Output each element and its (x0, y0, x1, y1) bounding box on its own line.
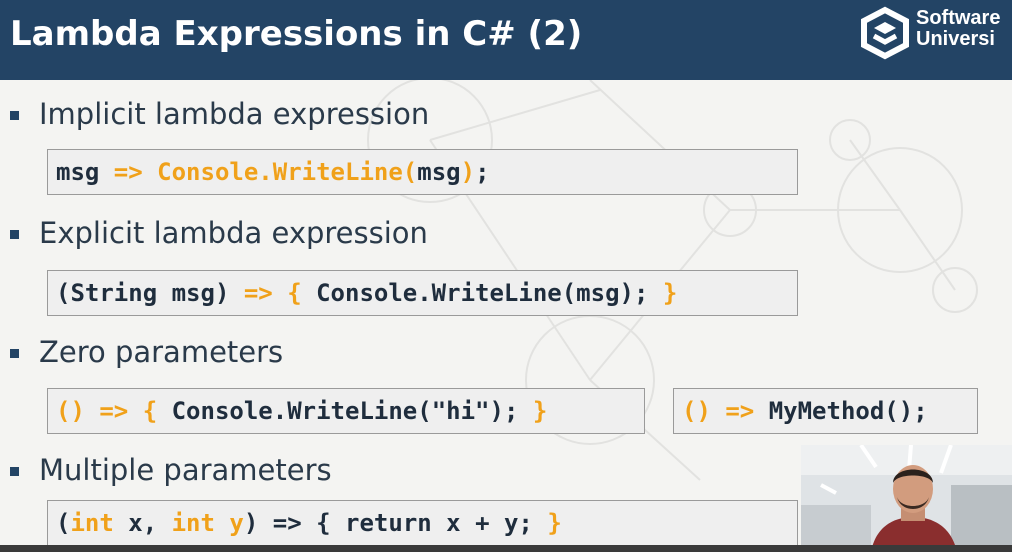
code-token: int (171, 509, 215, 537)
section-heading-implicit: Implicit lambda expression (39, 97, 430, 131)
code-token: ) (460, 158, 476, 186)
software-university-logo: Software Universi (858, 6, 1012, 62)
section-heading-explicit: Explicit lambda expression (39, 216, 428, 250)
code-block-implicit: msg => Console.WriteLine(msg); (47, 149, 798, 195)
bullet-square-icon (10, 349, 19, 358)
software-university-logo-icon (861, 6, 909, 60)
code-token: () => (682, 397, 769, 425)
section-heading-zero-params: Zero parameters (39, 335, 284, 369)
webcam-overlay (801, 445, 1012, 552)
code-block-multi-params: (int x, int y) => { return x + y; } (47, 500, 798, 546)
code-block-explicit: (String msg) => { Console.WriteLine(msg)… (47, 270, 798, 316)
bullet-square-icon (10, 467, 19, 476)
code-token: Console.WriteLine( (157, 158, 418, 186)
slide-title: Lambda Expressions in C# (2) (10, 14, 583, 54)
code-token: x, (113, 509, 172, 537)
code-token: => (113, 158, 158, 186)
code-token: () => { (56, 397, 158, 425)
code-block-zero-params: () => { Console.WriteLine("hi"); } (47, 388, 645, 434)
code-token: ; (475, 158, 490, 186)
logo-text-line1: Software (916, 7, 1001, 29)
code-token: ) => { (243, 509, 331, 537)
code-token: Console.WriteLine("hi"); (157, 397, 533, 425)
code-token: y (214, 509, 244, 537)
code-token: msg (56, 158, 114, 186)
code-token: int (70, 509, 114, 537)
logo-text-line2: Universi (916, 28, 995, 50)
code-token: MyMethod(); (768, 397, 928, 425)
code-token: } (547, 509, 562, 537)
code-token: (String msg) (56, 279, 244, 307)
section-heading-multi-params: Multiple parameters (39, 453, 332, 487)
code-token: ( (56, 509, 71, 537)
bullet-square-icon (10, 230, 19, 239)
code-block-method-ref: () => MyMethod(); (673, 388, 978, 434)
code-token: Console.WriteLine(msg); (301, 279, 663, 307)
code-token: } (662, 279, 678, 307)
slide-header: Lambda Expressions in C# (2) Software Un… (0, 0, 1012, 80)
video-progress-bar (0, 545, 1012, 552)
code-token: => { (243, 279, 302, 307)
logo-text: Software Universi (916, 8, 1000, 50)
bullet-square-icon (10, 111, 19, 120)
code-token: msg (417, 158, 461, 186)
code-token: } (532, 397, 548, 425)
presenter-video (801, 445, 1012, 552)
code-token: return x + y; (330, 509, 548, 537)
